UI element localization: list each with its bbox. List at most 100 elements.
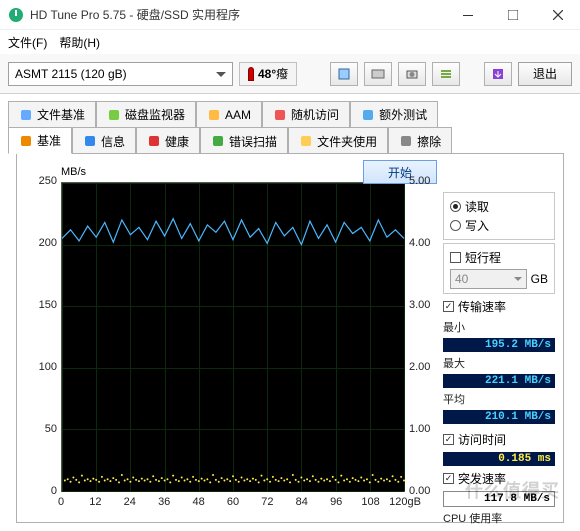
y-left-tick-label: 100: [27, 361, 57, 373]
gauge-icon: [19, 134, 33, 148]
tab-label: 随机访问: [291, 106, 339, 123]
tab-label: 磁盘监视器: [125, 106, 185, 123]
x-tick-label: 24: [124, 496, 136, 508]
check-short-stroke[interactable]: 短行程: [450, 248, 548, 267]
chart-svg: [62, 183, 404, 491]
copy-info-button[interactable]: [330, 62, 358, 86]
y-left-tick-label: 250: [27, 175, 57, 187]
menu-file[interactable]: 文件(F): [8, 34, 47, 51]
options-button[interactable]: [432, 62, 460, 86]
y-left-tick-label: 0: [27, 485, 57, 497]
title-bar: HD Tune Pro 5.75 - 硬盘/SSD 实用程序: [0, 0, 580, 30]
y-left-tick-label: 150: [27, 299, 57, 311]
label-avg: 平均: [443, 391, 555, 407]
check-burst-rate[interactable]: 突发速率: [443, 469, 555, 488]
y-axis-left-title: MB/s: [61, 166, 86, 178]
label-max: 最大: [443, 355, 555, 371]
y-right-tick-label: 0.00: [409, 485, 439, 497]
search-icon: [211, 134, 225, 148]
x-tick-label: 96: [330, 496, 342, 508]
y-right-tick-label: 3.00: [409, 299, 439, 311]
tab-错误扫描[interactable]: 错误扫描: [200, 127, 288, 154]
short-stroke-select[interactable]: 40: [450, 269, 527, 289]
close-button[interactable]: [535, 0, 580, 30]
erase-icon: [399, 134, 413, 148]
tab-擦除[interactable]: 擦除: [388, 127, 452, 154]
camera-button[interactable]: [398, 62, 426, 86]
maximize-button[interactable]: [490, 0, 535, 30]
radio-write[interactable]: 写入: [450, 216, 548, 235]
y-right-tick-label: 5.00: [409, 175, 439, 187]
y-left-tick-label: 200: [27, 237, 57, 249]
value-min: 195.2 MB/s: [443, 338, 555, 352]
mode-group: 读取 写入: [443, 192, 555, 240]
x-tick-label: 60: [227, 496, 239, 508]
x-tick-label: 36: [158, 496, 170, 508]
tab-文件基准[interactable]: 文件基准: [8, 101, 96, 127]
toolbar: ASMT 2115 (120 gB) 48°癈 退出: [0, 54, 580, 94]
window-title: HD Tune Pro 5.75 - 硬盘/SSD 实用程序: [30, 6, 445, 23]
app-icon: [8, 7, 24, 23]
check-access-time[interactable]: 访问时间: [443, 430, 555, 449]
tab-container: 文件基准 磁盘监视器 AAM 随机访问 额外测试 基准 信息 健康 错误扫描 文件夹使用 擦除 M…: [0, 94, 580, 523]
x-tick-label: 84: [296, 496, 308, 508]
tab-row-1: 文件基准 磁盘监视器 AAM 随机访问 额外测试: [8, 100, 572, 126]
speaker-icon: [207, 108, 221, 122]
x-tick-label: 0: [58, 496, 64, 508]
tab-row-2: 基准 信息 健康 错误扫描 文件夹使用 擦除: [8, 126, 572, 153]
side-panel: 读取 写入 短行程 40 GB 传输速率 最小 195.2 MB/s 最大 22…: [443, 162, 555, 514]
tab-panel-benchmark: MB/s ms 开始 01224364860728496108120gB0501…: [16, 153, 564, 523]
tab-label: 额外测试: [379, 106, 427, 123]
tab-信息[interactable]: 信息: [72, 127, 136, 154]
label-min: 最小: [443, 319, 555, 335]
value-avg: 210.1 MB/s: [443, 410, 555, 424]
short-stroke-unit: GB: [531, 272, 548, 286]
file-icon: [19, 108, 33, 122]
tab-文件夹使用[interactable]: 文件夹使用: [288, 127, 388, 154]
x-tick-label: 48: [192, 496, 204, 508]
value-burst-rate: 117.8 MB/s: [443, 491, 555, 507]
tab-label: AAM: [225, 108, 251, 122]
tab-健康[interactable]: 健康: [136, 127, 200, 154]
tab-label: 基准: [37, 132, 61, 149]
tab-磁盘监视器[interactable]: 磁盘监视器: [96, 101, 196, 127]
x-tick-label: 72: [261, 496, 273, 508]
thermometer-icon: [248, 67, 254, 81]
drive-select-value: ASMT 2115 (120 gB): [15, 67, 127, 81]
temperature-value: 48°癈: [258, 65, 288, 82]
tab-label: 信息: [101, 133, 125, 150]
health-icon: [147, 134, 161, 148]
menu-help[interactable]: 帮助(H): [59, 34, 100, 51]
tab-额外测试[interactable]: 额外测试: [350, 101, 438, 127]
exit-button[interactable]: 退出: [518, 62, 572, 86]
short-stroke-group: 短行程 40 GB: [443, 243, 555, 294]
chart-area: MB/s ms 开始 01224364860728496108120gB0501…: [25, 162, 435, 514]
tab-label: 错误扫描: [229, 133, 277, 150]
tab-基准[interactable]: 基准: [8, 127, 72, 154]
label-cpu: CPU 使用率: [443, 510, 555, 526]
x-tick-label: 108: [361, 496, 379, 508]
tab-label: 擦除: [417, 133, 441, 150]
menu-bar: 文件(F) 帮助(H): [0, 30, 580, 54]
tab-AAM[interactable]: AAM: [196, 101, 262, 127]
info-icon: [83, 134, 97, 148]
tab-label: 文件基准: [37, 106, 85, 123]
minimize-button[interactable]: [445, 0, 490, 30]
save-button[interactable]: [484, 62, 512, 86]
screenshot-button[interactable]: [364, 62, 392, 86]
value-access-time: 0.185 ms: [443, 452, 555, 466]
check-transfer-rate[interactable]: 传输速率: [443, 297, 555, 316]
tab-label: 文件夹使用: [317, 133, 377, 150]
radio-read[interactable]: 读取: [450, 197, 548, 216]
tab-随机访问[interactable]: 随机访问: [262, 101, 350, 127]
tab-label: 健康: [165, 133, 189, 150]
y-right-tick-label: 1.00: [409, 423, 439, 435]
folder-icon: [299, 134, 313, 148]
x-tick-label: 12: [89, 496, 101, 508]
drive-select[interactable]: ASMT 2115 (120 gB): [8, 62, 233, 86]
y-left-tick-label: 50: [27, 423, 57, 435]
y-right-tick-label: 2.00: [409, 361, 439, 373]
plus-icon: [361, 108, 375, 122]
temperature-display: 48°癈: [239, 62, 297, 86]
y-right-tick-label: 4.00: [409, 237, 439, 249]
